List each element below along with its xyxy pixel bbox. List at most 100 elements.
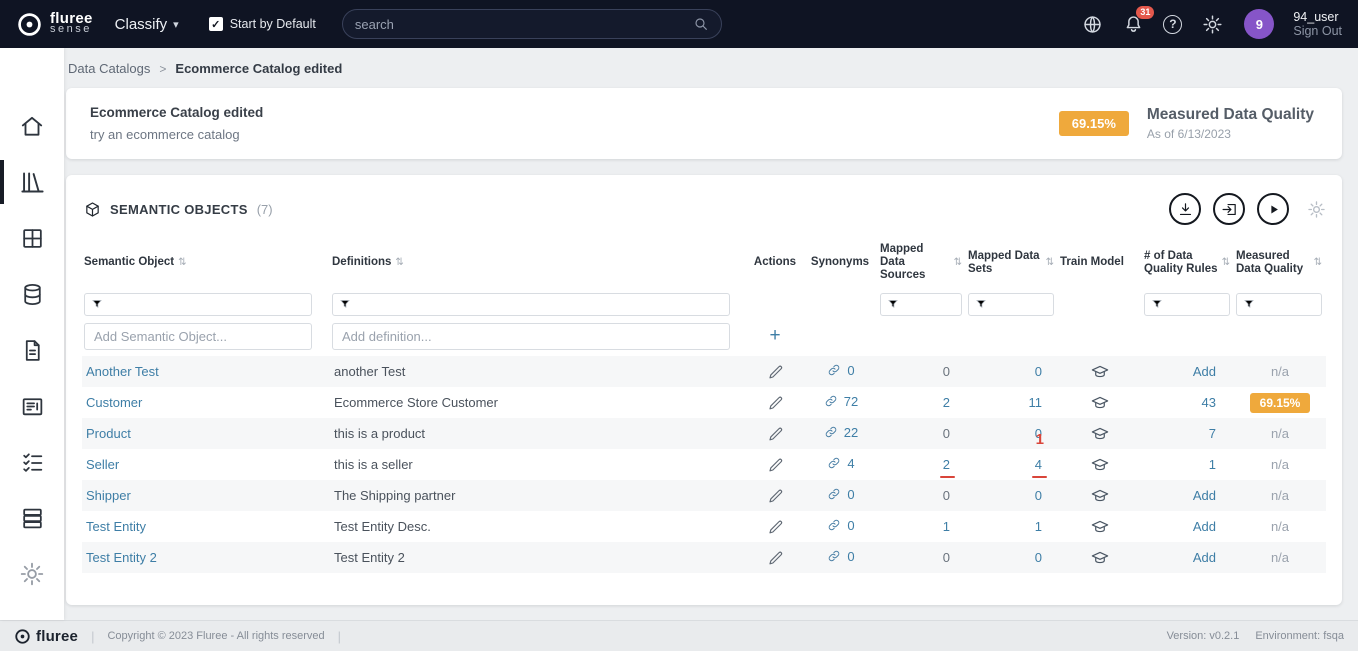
semantic-object-link[interactable]: Another Test (86, 364, 159, 379)
semantic-objects-title: SEMANTIC OBJECTS (110, 201, 248, 217)
sources-count-link[interactable]: 2 (943, 395, 950, 410)
sort-icon: ⇅ (178, 257, 187, 268)
filter-sources-input[interactable] (903, 297, 955, 311)
user-avatar[interactable]: 9 (1244, 9, 1275, 39)
rules-link[interactable]: Add (1193, 364, 1216, 379)
breadcrumb-data-catalogs[interactable]: Data Catalogs (68, 61, 150, 76)
synonyms-count-link[interactable]: 0 (847, 518, 854, 533)
col-quality-rules[interactable]: # of Data Quality Rules ⇅ (1142, 237, 1234, 290)
sidebar-item-tasks[interactable] (0, 442, 64, 482)
train-model-icon[interactable] (1091, 425, 1109, 443)
sidebar-item-data-sources[interactable] (0, 274, 64, 314)
filter-definitions-input[interactable] (355, 297, 723, 311)
table-row-product: Product this is a product 22 0 0 7 n/a (82, 418, 1326, 449)
semantic-object-link[interactable]: Test Entity 2 (86, 550, 157, 565)
add-definition-input[interactable] (332, 322, 730, 350)
start-by-default-toggle[interactable]: ✓ Start by Default (208, 17, 316, 31)
download-button[interactable] (1169, 193, 1201, 225)
rules-link[interactable]: 43 (1202, 395, 1216, 410)
sets-count-link[interactable]: 11 (1029, 395, 1043, 410)
edit-pencil-icon[interactable] (768, 395, 784, 411)
classify-menu[interactable]: Classify ▾ (115, 16, 179, 33)
annotation-underline (1031, 476, 1047, 478)
fluree-sense-logo[interactable]: fluree sense (16, 11, 93, 38)
edit-pencil-icon[interactable] (768, 364, 784, 380)
import-button[interactable] (1213, 193, 1245, 225)
edit-pencil-icon[interactable] (768, 550, 784, 566)
sources-count-link[interactable]: 2 (943, 457, 950, 472)
sidebar-item-catalogs[interactable] (0, 160, 64, 204)
news-icon (20, 394, 45, 419)
col-definitions[interactable]: Definitions ⇅ (330, 237, 748, 290)
edit-pencil-icon[interactable] (768, 426, 784, 442)
usage-icon[interactable] (1081, 13, 1103, 35)
table-row-seller: Seller this is a seller 4 2 1 4 1 n/a (82, 431, 1326, 480)
link-icon (827, 487, 841, 501)
search-input[interactable] (354, 16, 693, 32)
semantic-object-link[interactable]: Shipper (86, 488, 131, 503)
settings-gear-icon[interactable] (1201, 13, 1223, 35)
sidebar-item-settings[interactable] (0, 554, 64, 594)
sign-out-link[interactable]: Sign Out (1293, 24, 1342, 38)
sidebar-item-documents[interactable] (0, 330, 64, 370)
semantic-object-link[interactable]: Test Entity (86, 519, 146, 534)
synonyms-count-link[interactable]: 0 (847, 549, 854, 564)
sidebar-item-servers[interactable] (0, 498, 64, 538)
start-by-default-checkbox[interactable]: ✓ (208, 17, 223, 31)
sidebar-item-reports[interactable] (0, 386, 64, 426)
rules-link[interactable]: 7 (1209, 426, 1216, 441)
add-button[interactable]: + (750, 326, 800, 346)
rules-link[interactable]: 1 (1209, 457, 1216, 472)
filter-sets-input[interactable] (991, 297, 1047, 311)
col-mapped-data-sources[interactable]: Mapped Data Sources ⇅ (878, 237, 966, 290)
train-model-icon[interactable] (1091, 487, 1109, 505)
copyright-text: Copyright © 2023 Fluree - All rights res… (107, 630, 325, 642)
sidebar-item-home[interactable] (0, 106, 64, 146)
train-model-icon[interactable] (1091, 549, 1109, 567)
rules-link[interactable]: Add (1193, 519, 1216, 534)
filter-rules-input[interactable] (1167, 297, 1223, 311)
help-icon[interactable]: ? (1163, 14, 1183, 34)
semantic-object-link[interactable]: Product (86, 426, 131, 441)
train-model-icon[interactable] (1091, 518, 1109, 536)
col-semantic-object[interactable]: Semantic Object ⇅ (82, 237, 330, 290)
edit-pencil-icon[interactable] (768, 519, 784, 535)
synonyms-count-link[interactable]: 22 (844, 425, 858, 440)
sort-icon: ⇅ (395, 257, 404, 268)
sidebar-item-tables[interactable] (0, 218, 64, 258)
sources-count-link[interactable]: 1 (943, 519, 950, 534)
checklist-icon (20, 450, 45, 475)
col-train-model: Train Model (1060, 256, 1124, 268)
col-mapped-data-sets[interactable]: Mapped Data Sets ⇅ (966, 237, 1058, 290)
notifications-bell-icon[interactable]: 31 (1122, 6, 1155, 35)
rules-link[interactable]: Add (1193, 488, 1216, 503)
edit-pencil-icon[interactable] (768, 488, 784, 504)
filter-semantic-object-input[interactable] (107, 297, 305, 311)
sets-count-link[interactable]: 0 (1035, 364, 1042, 379)
sets-count-link[interactable]: 4 (1035, 457, 1042, 472)
add-semantic-object-input[interactable] (84, 322, 312, 350)
sets-count-link[interactable]: 1 (1035, 519, 1042, 534)
synonyms-count-link[interactable]: 0 (847, 487, 854, 502)
sets-count-link[interactable]: 0 (1035, 550, 1042, 565)
edit-pencil-icon[interactable] (768, 457, 784, 473)
semantic-object-link[interactable]: Customer (86, 395, 142, 410)
run-button[interactable] (1257, 193, 1289, 225)
table-row-test-entity: Test Entity Test Entity Desc. 0 1 1 Add … (82, 511, 1326, 542)
semantic-object-link[interactable]: Seller (86, 457, 119, 472)
synonyms-count-link[interactable]: 4 (847, 456, 854, 471)
filter-quality-input[interactable] (1259, 297, 1315, 311)
synonyms-count-link[interactable]: 0 (847, 363, 854, 378)
footer: fluree | Copyright © 2023 Fluree - All r… (0, 620, 1358, 651)
synonyms-count-link[interactable]: 72 (844, 394, 858, 409)
sets-count-link[interactable]: 0 (1035, 488, 1042, 503)
table-settings-button[interactable] (1307, 200, 1326, 219)
col-synonyms: Synonyms (810, 256, 870, 268)
sources-count: 0 (942, 426, 950, 441)
train-model-icon[interactable] (1091, 456, 1109, 474)
table-row-another-test: Another Test another Test 0 0 0 Add n/a (82, 356, 1326, 387)
train-model-icon[interactable] (1091, 363, 1109, 381)
col-measured-quality[interactable]: Measured Data Quality ⇅ (1234, 237, 1326, 290)
rules-link[interactable]: Add (1193, 550, 1216, 565)
train-model-icon[interactable] (1091, 394, 1109, 412)
